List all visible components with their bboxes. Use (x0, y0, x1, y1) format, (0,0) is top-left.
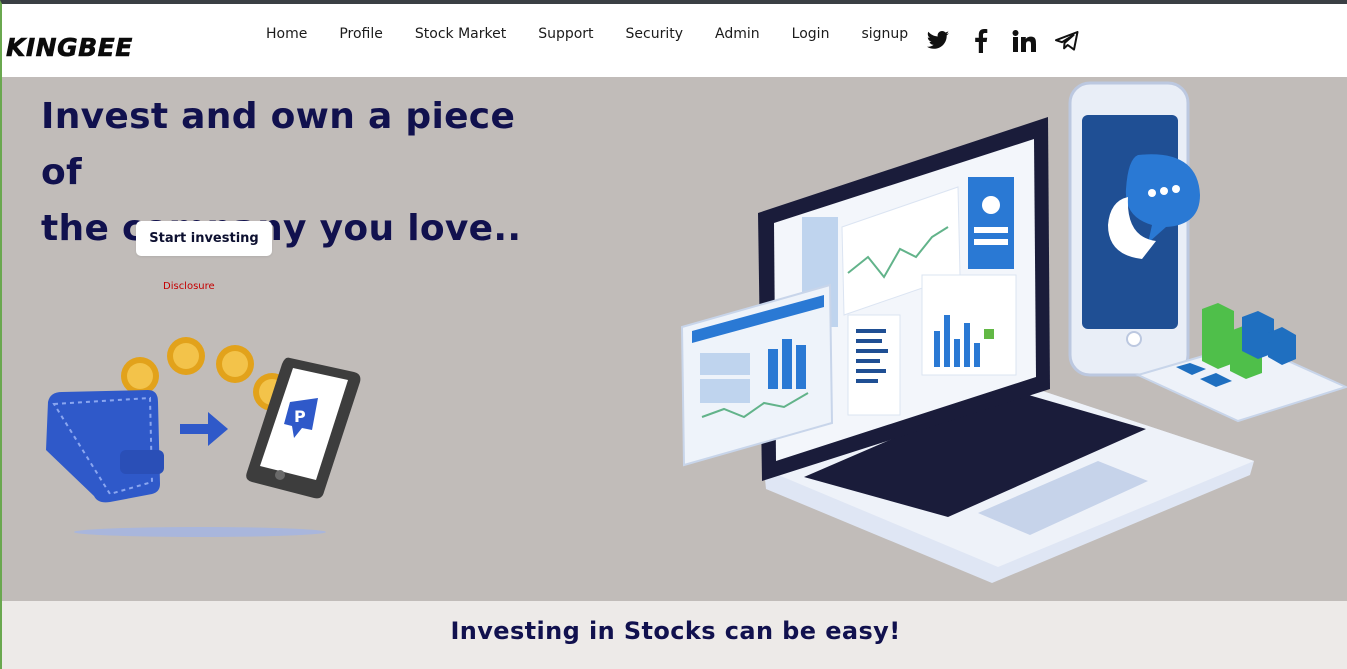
facebook-icon[interactable] (963, 24, 999, 58)
wallet-icon (46, 390, 164, 503)
nav-links: Home Profile Stock Market Support Securi… (266, 24, 908, 44)
page-frame: KINGBEE Home Profile Stock Market Suppor… (0, 0, 1347, 669)
nav-support[interactable]: Support (538, 26, 593, 42)
laptop-dashboard-illustration (680, 81, 1347, 583)
section-title: Investing in Stocks can be easy! (450, 617, 901, 645)
twitter-icon[interactable] (920, 24, 956, 58)
nav-signup[interactable]: signup (861, 26, 908, 42)
social-links (920, 24, 1092, 58)
features-section: Investing in Stocks can be easy! (2, 601, 1347, 669)
navbar: KINGBEE Home Profile Stock Market Suppor… (2, 4, 1347, 77)
hero-title-line-2: the company you love.. (41, 208, 522, 249)
hero-section: Invest and own a piece of the company yo… (2, 77, 1347, 601)
smartphone-chat-icon (1068, 81, 1200, 377)
nav-admin[interactable]: Admin (715, 26, 760, 42)
nav-security[interactable]: Security (626, 26, 684, 42)
telegram-icon[interactable] (1049, 24, 1085, 58)
hero-title-line-1: Invest and own a piece of (41, 96, 516, 193)
nav-login[interactable]: Login (792, 26, 830, 42)
arrow-right-icon (180, 412, 228, 446)
nav-home[interactable]: Home (266, 26, 307, 42)
phone-app-icon: P (294, 407, 306, 426)
hero-title: Invest and own a piece of the company yo… (41, 89, 561, 257)
brand-name[interactable]: KINGBEE (6, 32, 133, 62)
start-investing-button[interactable]: Start investing (136, 221, 272, 256)
nav-profile[interactable]: Profile (339, 26, 383, 42)
disclosure-link[interactable]: Disclosure (163, 281, 215, 292)
linkedin-icon[interactable] (1006, 24, 1042, 58)
nav-stock-market[interactable]: Stock Market (415, 26, 506, 42)
logo[interactable]: KINGBEE (6, 28, 137, 66)
wallet-to-phone-illustration: P (46, 337, 361, 537)
